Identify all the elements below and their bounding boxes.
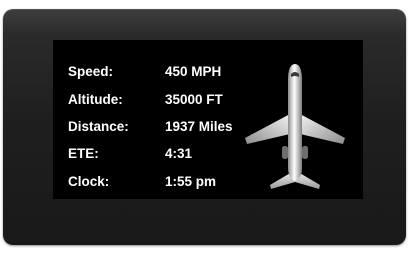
speed-value: 450 MPH bbox=[165, 64, 222, 79]
distance-value: 1937 Miles bbox=[165, 119, 233, 134]
airplane-icon bbox=[245, 64, 345, 189]
altitude-row: Altitude: 35000 FT bbox=[68, 90, 268, 110]
clock-value: 1:55 pm bbox=[165, 174, 217, 189]
clock-label: Clock: bbox=[68, 174, 110, 189]
altitude-value: 35000 FT bbox=[165, 92, 223, 107]
speed-label: Speed: bbox=[68, 64, 114, 79]
ete-row: ETE: 4:31 bbox=[68, 144, 268, 164]
distance-label: Distance: bbox=[68, 119, 129, 134]
speed-row: Speed: 450 MPH bbox=[68, 62, 268, 82]
bezel-gloss bbox=[3, 9, 406, 35]
flight-info-screen: Speed: 450 MPH Altitude: 35000 FT Distan… bbox=[53, 40, 363, 199]
clock-row: Clock: 1:55 pm bbox=[68, 172, 268, 192]
altitude-label: Altitude: bbox=[68, 92, 123, 107]
ete-label: ETE: bbox=[68, 146, 99, 161]
distance-row: Distance: 1937 Miles bbox=[68, 117, 268, 137]
ete-value: 4:31 bbox=[165, 146, 193, 161]
